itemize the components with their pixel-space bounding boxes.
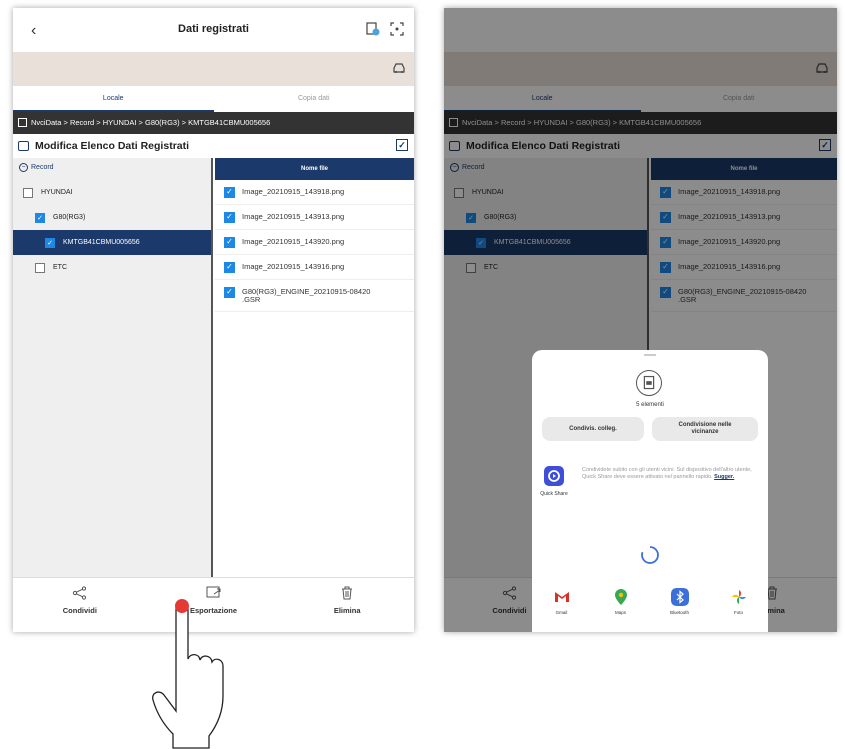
tree-checkbox[interactable]: ✓: [45, 238, 55, 248]
tree-root[interactable]: − Record: [13, 158, 211, 180]
gmail-icon: [554, 592, 569, 602]
edit-list-icon: [18, 141, 29, 151]
folder-tree: − Record HYUNDAI ✓ G80(RG3) ✓ KMTGB41CBM…: [13, 158, 213, 577]
app-gmail[interactable]: Gmail: [532, 582, 591, 632]
tree-checkbox[interactable]: [23, 188, 33, 198]
delete-button[interactable]: Elimina: [280, 578, 414, 632]
trash-icon: [342, 586, 353, 600]
app-label: Bluetooth: [669, 610, 689, 615]
share-sheet: 5 elementi Condivis. colleg. Condivision…: [532, 350, 768, 632]
file-checkbox[interactable]: ✓: [224, 212, 235, 223]
quick-share-description: Condividete subito con gli utenti vicini…: [582, 467, 758, 481]
share-button[interactable]: Condividi: [13, 578, 147, 632]
app-bluetooth[interactable]: Bluetooth: [650, 582, 709, 632]
breadcrumb: NvciData > Record > HYUNDAI > G80(RG3) >…: [13, 112, 414, 134]
file-row[interactable]: ✓ Image_20210915_143913.png: [215, 205, 414, 230]
file-checkbox[interactable]: ✓: [224, 237, 235, 248]
item-count: 5 elementi: [636, 402, 664, 408]
app-maps[interactable]: Maps: [591, 582, 650, 632]
breadcrumb-text: NvciData > Record > HYUNDAI > G80(RG3) >…: [31, 118, 271, 127]
tree-item-vin[interactable]: ✓ KMTGB41CBMU005656: [13, 230, 211, 255]
tab-locale[interactable]: Locale: [13, 86, 214, 112]
file-checkbox[interactable]: ✓: [224, 187, 235, 198]
top-bar: ‹ Dati registrati: [13, 8, 414, 52]
app-label: Gmail: [555, 610, 568, 615]
screen-share-sheet: Locale Copia dati NvciData > Record > HY…: [444, 8, 837, 632]
file-row[interactable]: ✓ Image_20210915_143920.png: [215, 230, 414, 255]
file-list-header: Nome file: [215, 158, 414, 180]
app-label: Maps: [614, 610, 626, 615]
photos-icon: [731, 590, 746, 604]
share-icon: [72, 586, 86, 600]
tree-item-label: ETC: [53, 264, 67, 271]
tree-item-etc[interactable]: ETC: [13, 255, 211, 280]
tap-finger-icon: [152, 599, 224, 749]
edit-list-title: Modifica Elenco Dati Registrati: [35, 140, 190, 152]
sheet-handle[interactable]: [644, 354, 656, 356]
tree-item-label: KMTGB41CBMU005656: [63, 239, 140, 246]
quick-share-icon[interactable]: [544, 466, 564, 486]
loading-spinner-icon: [641, 546, 659, 564]
tab-copia-dati[interactable]: Copia dati: [214, 86, 415, 112]
copy-link-button[interactable]: Condivis. colleg.: [542, 417, 644, 441]
tree-item-g80[interactable]: ✓ G80(RG3): [13, 205, 211, 230]
edit-list-row: Modifica Elenco Dati Registrati ✓: [13, 134, 414, 158]
file-sync-icon[interactable]: [366, 22, 380, 36]
tab-bar: Locale Copia dati: [13, 86, 414, 112]
screen-capture-icon[interactable]: [390, 22, 404, 36]
maps-icon: [614, 589, 627, 605]
delete-label: Elimina: [333, 606, 361, 615]
app-photos[interactable]: Foto: [709, 582, 768, 632]
vehicle-band: [13, 52, 414, 86]
share-label: Condividi: [62, 606, 97, 615]
quick-share-label: Quick Share: [540, 491, 568, 497]
nearby-share-button[interactable]: Condivisione nelle vicinanze: [652, 417, 758, 441]
app-label: Foto: [733, 610, 743, 615]
file-name: Image_20210915_143918.png: [242, 187, 345, 196]
file-row[interactable]: ✓ G80(RG3)_ENGINE_20210915-08420 .GSR: [215, 280, 414, 312]
file-row[interactable]: ✓ Image_20210915_143918.png: [215, 180, 414, 205]
select-all-checkbox[interactable]: ✓: [396, 139, 408, 151]
bluetooth-icon: [670, 588, 689, 606]
tree-item-hyundai[interactable]: HYUNDAI: [13, 180, 211, 205]
file-checkbox[interactable]: ✓: [224, 262, 235, 273]
tree-item-label: HYUNDAI: [41, 189, 73, 196]
tips-link[interactable]: Sugger.: [714, 474, 734, 480]
tree-checkbox[interactable]: [35, 263, 45, 273]
collapse-icon[interactable]: −: [19, 163, 28, 172]
folder-icon: [18, 118, 27, 127]
page-title: Dati registrati: [178, 23, 249, 35]
tree-item-label: G80(RG3): [53, 214, 86, 221]
tree-root-label: Record: [31, 164, 54, 171]
file-row[interactable]: ✓ Image_20210915_143916.png: [215, 255, 414, 280]
file-name: Image_20210915_143920.png: [242, 237, 345, 246]
car-icon: [393, 63, 405, 73]
document-icon: [636, 370, 662, 396]
app-row: Gmail Maps Bluetooth Foto: [532, 582, 768, 632]
file-name: Image_20210915_143916.png: [242, 262, 345, 271]
file-name: Image_20210915_143913.png: [242, 212, 345, 221]
screen-recorded-data: ‹ Dati registrati Locale Copia dati Nvci…: [13, 8, 414, 632]
file-name: G80(RG3)_ENGINE_20210915-08420 .GSR: [242, 287, 371, 304]
tree-checkbox[interactable]: ✓: [35, 213, 45, 223]
file-list: Nome file ✓ Image_20210915_143918.png ✓ …: [215, 158, 414, 577]
file-checkbox[interactable]: ✓: [224, 287, 235, 298]
